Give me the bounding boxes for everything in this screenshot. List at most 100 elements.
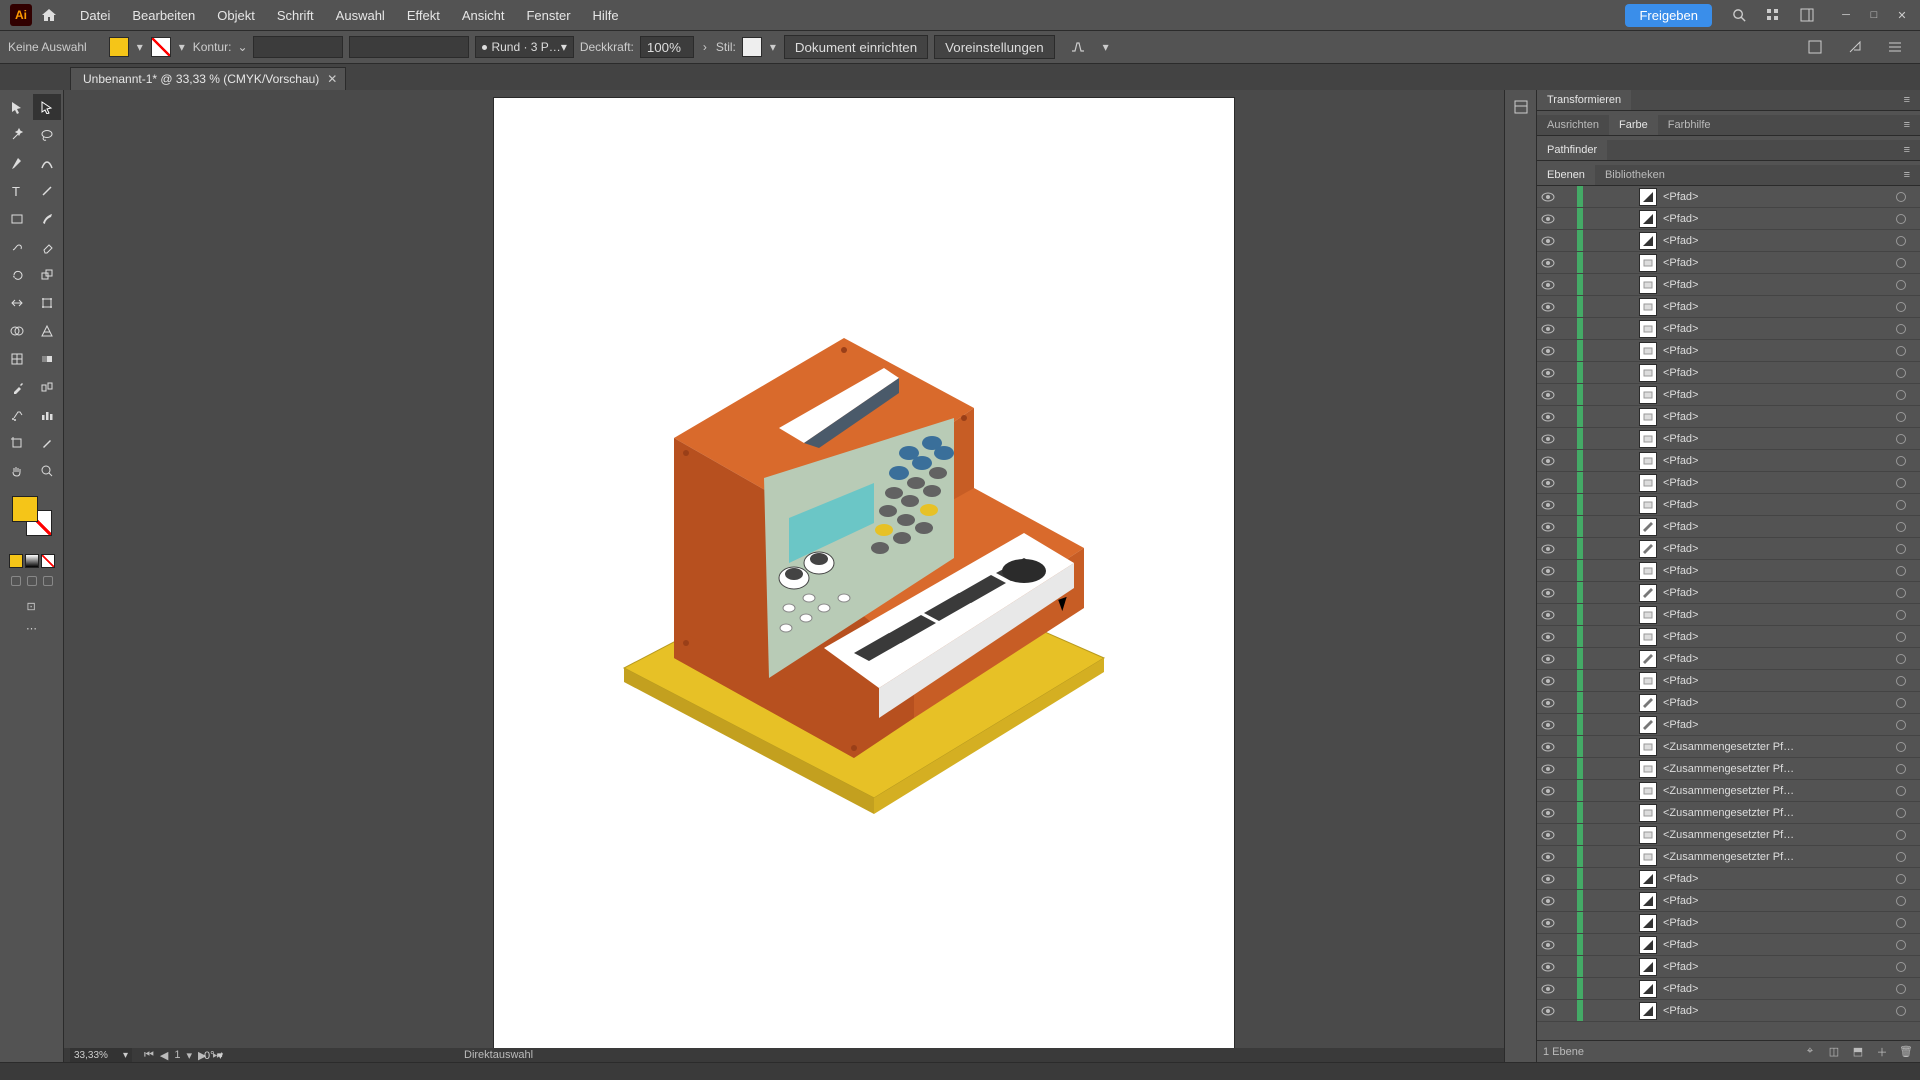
visibility-toggle[interactable] [1537, 676, 1559, 686]
zoom-tool[interactable] [33, 458, 61, 484]
layer-row[interactable]: <Pfad> [1537, 714, 1920, 736]
layer-row[interactable]: <Pfad> [1537, 208, 1920, 230]
layer-name[interactable]: <Pfad> [1657, 609, 1890, 621]
target-icon[interactable] [1890, 632, 1912, 642]
layer-name[interactable]: <Pfad> [1657, 961, 1890, 973]
layer-row[interactable]: <Pfad> [1537, 472, 1920, 494]
shape-builder-tool[interactable] [3, 318, 31, 344]
target-icon[interactable] [1890, 566, 1912, 576]
visibility-toggle[interactable] [1537, 434, 1559, 444]
layer-row[interactable]: <Zusammengesetzter Pf… [1537, 736, 1920, 758]
layer-name[interactable]: <Pfad> [1657, 521, 1890, 533]
mini-swatch-gradient[interactable] [25, 554, 39, 568]
target-icon[interactable] [1890, 610, 1912, 620]
visibility-toggle[interactable] [1537, 698, 1559, 708]
paintbrush-tool[interactable] [33, 206, 61, 232]
slice-tool[interactable] [33, 430, 61, 456]
layer-row[interactable]: <Pfad> [1537, 384, 1920, 406]
control-more-icon[interactable] [1067, 36, 1089, 58]
visibility-toggle[interactable] [1537, 390, 1559, 400]
layer-name[interactable]: <Zusammengesetzter Pf… [1657, 785, 1890, 797]
layer-row[interactable]: <Zusammengesetzter Pf… [1537, 802, 1920, 824]
tab-ausrichten[interactable]: Ausrichten [1537, 115, 1609, 135]
blend-tool[interactable] [33, 374, 61, 400]
visibility-toggle[interactable] [1537, 632, 1559, 642]
new-layer-icon[interactable]: ＋ [1874, 1044, 1890, 1060]
tab-ebenen[interactable]: Ebenen [1537, 165, 1595, 185]
layers-panel-body[interactable]: <Pfad><Pfad><Pfad><Pfad><Pfad><Pfad><Pfa… [1537, 186, 1920, 1040]
prev-artboard-icon[interactable]: ◀ [160, 1049, 168, 1062]
scale-tool[interactable] [33, 262, 61, 288]
target-icon[interactable] [1890, 874, 1912, 884]
tab-farbe[interactable]: Farbe [1609, 115, 1658, 135]
target-icon[interactable] [1890, 720, 1912, 730]
target-icon[interactable] [1890, 786, 1912, 796]
layer-row[interactable]: <Pfad> [1537, 450, 1920, 472]
layer-name[interactable]: <Pfad> [1657, 675, 1890, 687]
visibility-toggle[interactable] [1537, 720, 1559, 730]
target-icon[interactable] [1890, 214, 1912, 224]
layer-name[interactable]: <Pfad> [1657, 565, 1890, 577]
visibility-toggle[interactable] [1537, 544, 1559, 554]
layer-row[interactable]: <Pfad> [1537, 318, 1920, 340]
visibility-toggle[interactable] [1537, 610, 1559, 620]
target-icon[interactable] [1890, 412, 1912, 422]
mini-swatch-none[interactable] [41, 554, 55, 568]
fill-swatch[interactable] [109, 37, 129, 57]
shaper-tool[interactable] [3, 234, 31, 260]
target-icon[interactable] [1890, 324, 1912, 334]
target-icon[interactable] [1890, 830, 1912, 840]
target-icon[interactable] [1890, 1006, 1912, 1016]
visibility-toggle[interactable] [1537, 984, 1559, 994]
visibility-toggle[interactable] [1537, 764, 1559, 774]
panel-menu-icon[interactable] [1884, 36, 1906, 58]
layer-name[interactable]: <Pfad> [1657, 587, 1890, 599]
artboard[interactable] [494, 98, 1234, 1058]
layer-row[interactable]: <Pfad> [1537, 340, 1920, 362]
layer-name[interactable]: <Zusammengesetzter Pf… [1657, 851, 1890, 863]
layer-name[interactable]: <Pfad> [1657, 477, 1890, 489]
rotate-tool[interactable] [3, 262, 31, 288]
layer-row[interactable]: <Pfad> [1537, 230, 1920, 252]
visibility-toggle[interactable] [1537, 280, 1559, 290]
layer-name[interactable]: <Pfad> [1657, 895, 1890, 907]
mesh-tool[interactable] [3, 346, 31, 372]
layer-name[interactable]: <Pfad> [1657, 631, 1890, 643]
menu-bearbeiten[interactable]: Bearbeiten [122, 4, 205, 27]
stroke-weight-field[interactable] [253, 36, 343, 58]
menu-datei[interactable]: Datei [70, 4, 120, 27]
target-icon[interactable] [1890, 192, 1912, 202]
layer-row[interactable]: <Pfad> [1537, 362, 1920, 384]
layer-name[interactable]: <Pfad> [1657, 411, 1890, 423]
delete-layer-icon[interactable]: 🗑 [1898, 1044, 1914, 1060]
layer-name[interactable]: <Pfad> [1657, 653, 1890, 665]
direct-selection-tool[interactable] [33, 94, 61, 120]
visibility-toggle[interactable] [1537, 962, 1559, 972]
panel-menu-4[interactable]: ≡ [1894, 165, 1920, 185]
symbol-sprayer-tool[interactable] [3, 402, 31, 428]
layer-row[interactable]: <Pfad> [1537, 296, 1920, 318]
mini-swatch-color[interactable] [9, 554, 23, 568]
rectangle-tool[interactable] [3, 206, 31, 232]
layer-row[interactable]: <Pfad> [1537, 692, 1920, 714]
target-icon[interactable] [1890, 456, 1912, 466]
maximize-button[interactable]: □ [1860, 5, 1888, 25]
target-icon[interactable] [1890, 676, 1912, 686]
style-swatch[interactable] [742, 37, 762, 57]
layer-name[interactable]: <Zusammengesetzter Pf… [1657, 763, 1890, 775]
visibility-toggle[interactable] [1537, 522, 1559, 532]
layer-row[interactable]: <Pfad> [1537, 934, 1920, 956]
layer-name[interactable]: <Pfad> [1657, 367, 1890, 379]
layer-name[interactable]: <Pfad> [1657, 983, 1890, 995]
layer-name[interactable]: <Zusammengesetzter Pf… [1657, 829, 1890, 841]
tab-bibliotheken[interactable]: Bibliotheken [1595, 165, 1675, 185]
visibility-toggle[interactable] [1537, 412, 1559, 422]
fill-dropdown[interactable]: ▾ [135, 40, 145, 54]
search-icon[interactable] [1728, 4, 1750, 26]
layer-name[interactable]: <Pfad> [1657, 719, 1890, 731]
target-icon[interactable] [1890, 742, 1912, 752]
gpu-icon[interactable] [1804, 36, 1826, 58]
layer-name[interactable]: <Pfad> [1657, 279, 1890, 291]
target-icon[interactable] [1890, 236, 1912, 246]
layer-name[interactable]: <Pfad> [1657, 235, 1890, 247]
